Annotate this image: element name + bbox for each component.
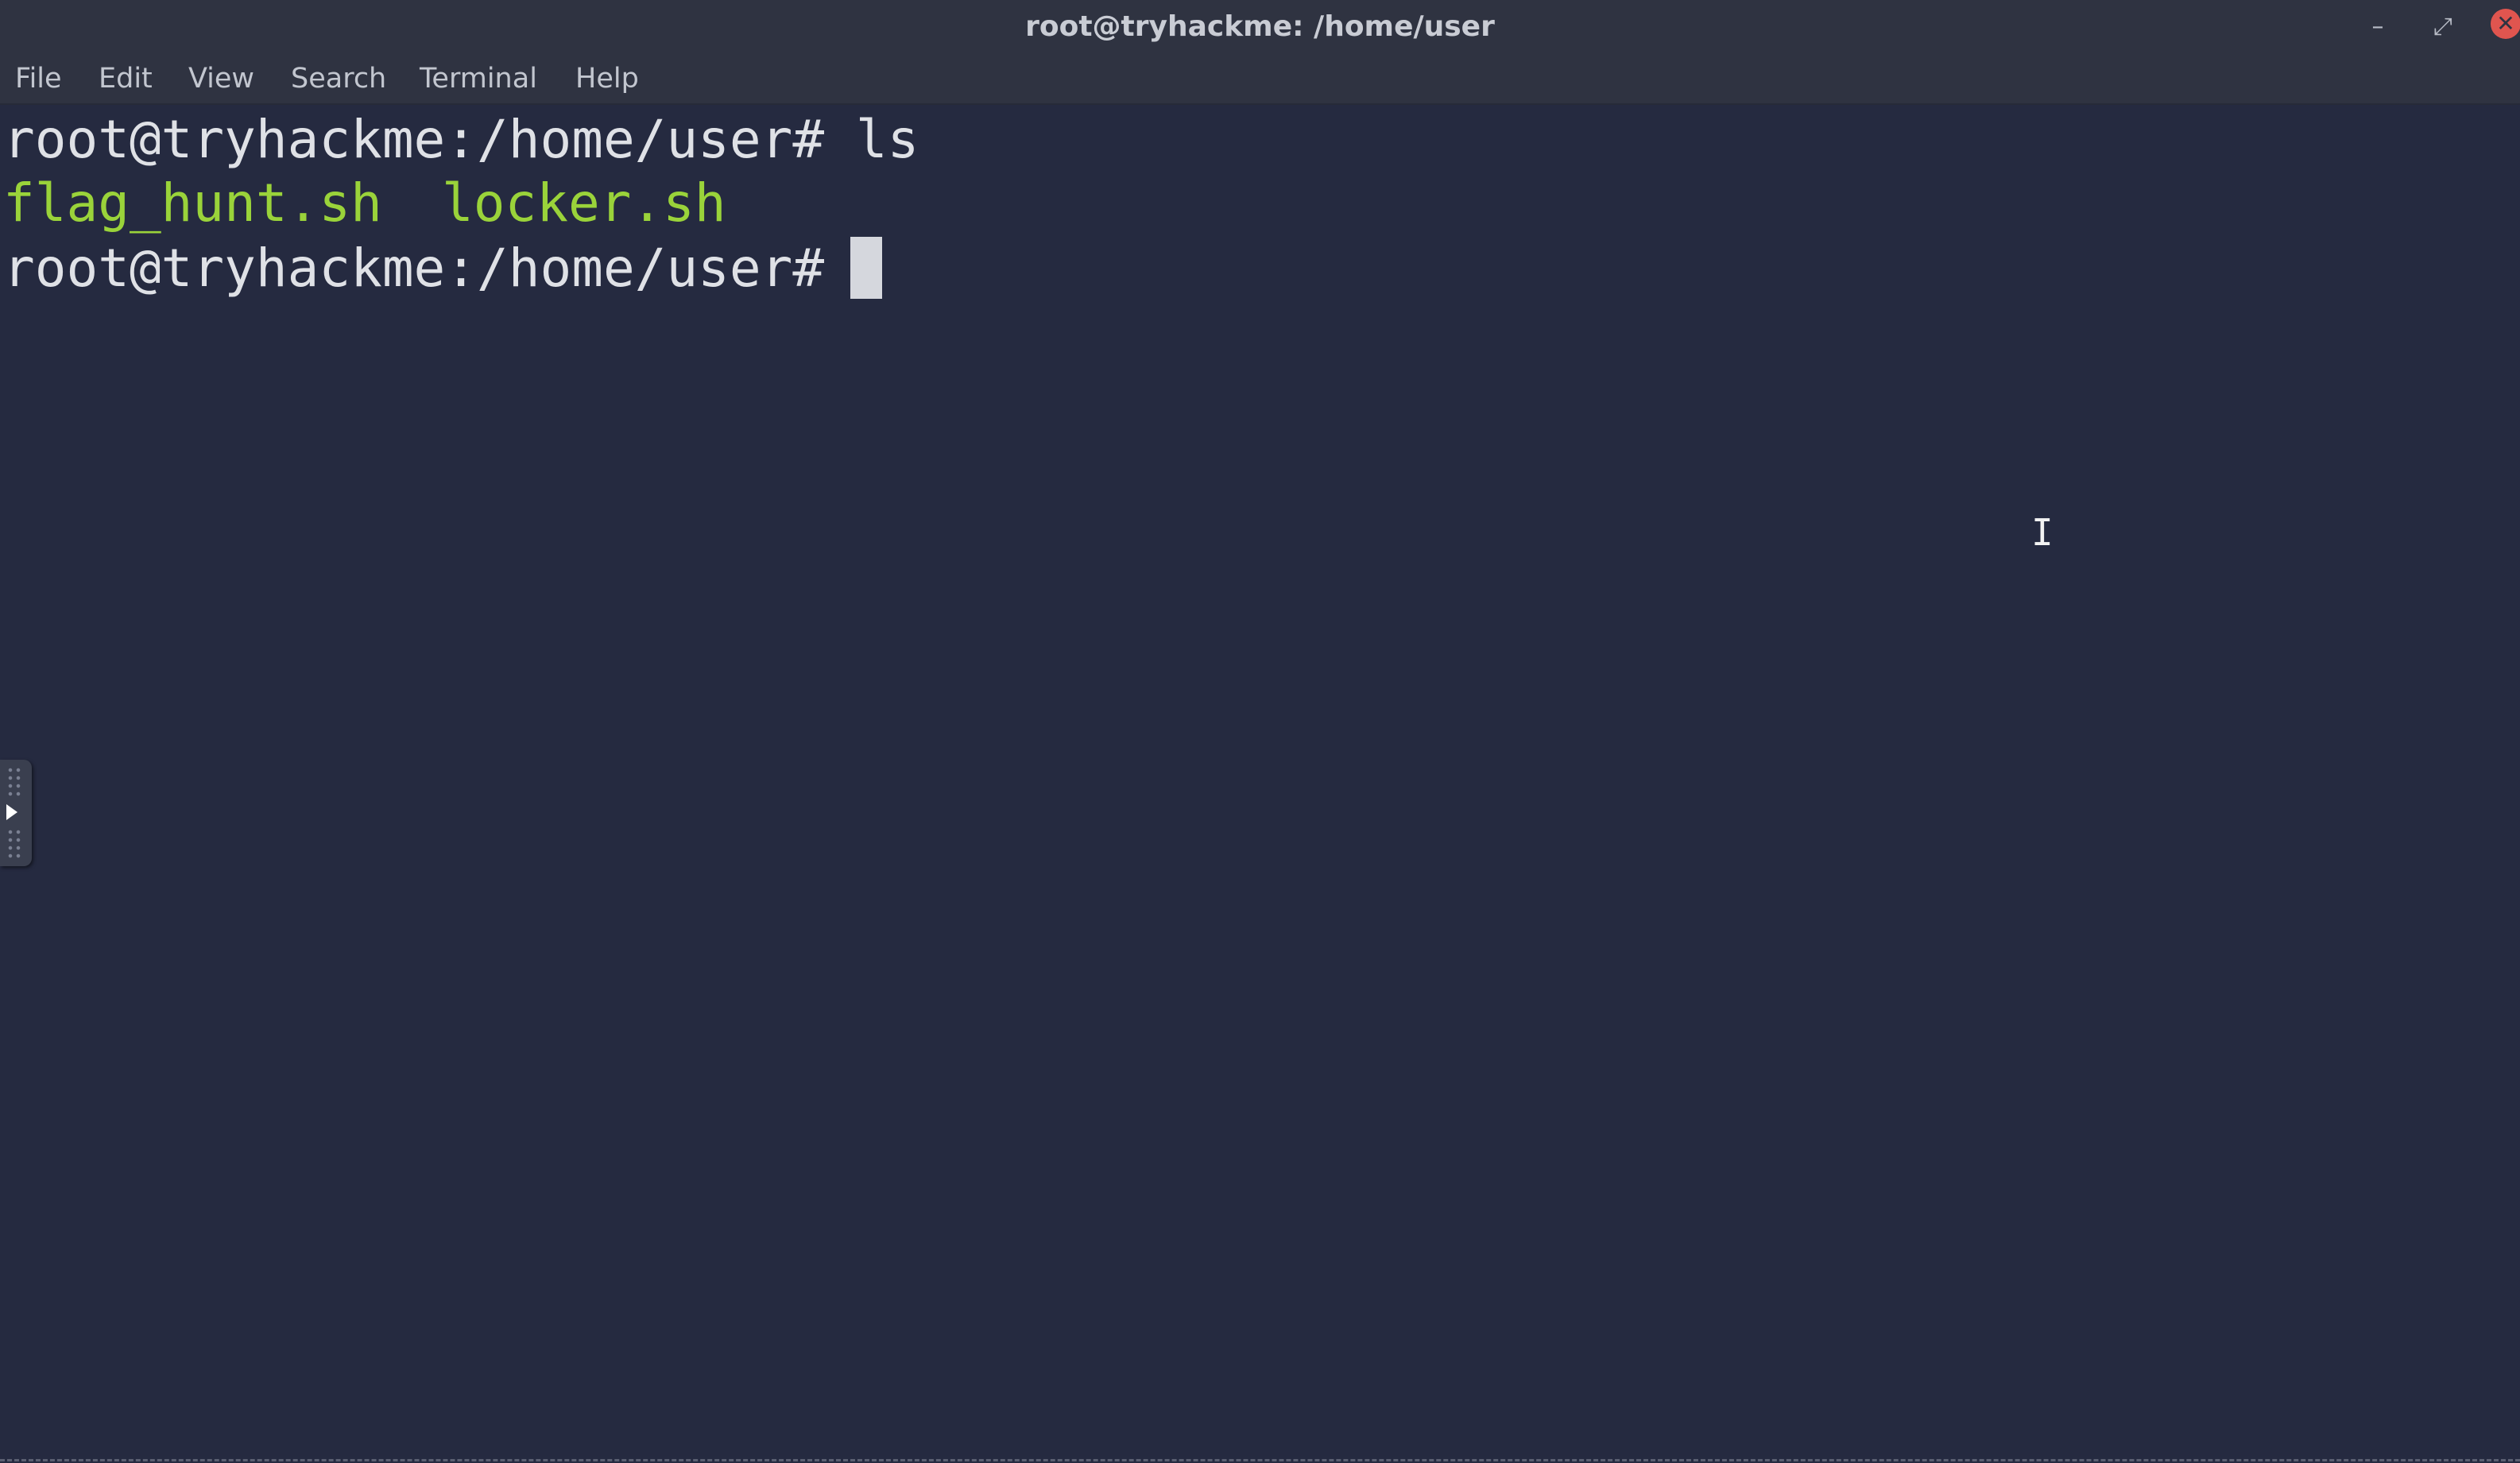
terminal-line-prompt: root@tryhackme:/home/user# xyxy=(3,238,856,299)
menu-file[interactable]: File xyxy=(15,54,62,103)
file-entry: flag_hunt.sh xyxy=(3,172,382,234)
terminal-output[interactable] xyxy=(0,105,2520,1463)
maximize-button[interactable]: ⤢ xyxy=(2427,11,2459,43)
menu-bar: File Edit View Search Terminal Help xyxy=(0,54,2520,105)
side-panel-handle[interactable] xyxy=(0,760,32,866)
ibeam-cursor-icon: I xyxy=(2031,511,2054,554)
title-bar[interactable]: root@tryhackme: /home/user – ⤢ ✕ xyxy=(0,0,2520,54)
grip-dots-icon xyxy=(6,828,24,860)
file-entry: locker.sh xyxy=(442,172,726,234)
bottom-divider xyxy=(0,1459,2520,1461)
menu-edit[interactable]: Edit xyxy=(99,54,153,103)
menu-help[interactable]: Help xyxy=(575,54,639,103)
menu-search[interactable]: Search xyxy=(291,54,386,103)
play-arrow-icon xyxy=(6,804,17,820)
menu-view[interactable]: View xyxy=(188,54,254,103)
grip-dots-icon xyxy=(6,766,24,798)
window-title: root@tryhackme: /home/user xyxy=(1025,10,1495,43)
close-button[interactable]: ✕ xyxy=(2491,9,2520,39)
terminal-cursor xyxy=(850,237,882,299)
minimize-button[interactable]: – xyxy=(2362,11,2394,43)
menu-terminal[interactable]: Terminal xyxy=(420,54,537,103)
terminal-line-command: root@tryhackme:/home/user# ls xyxy=(3,109,919,170)
